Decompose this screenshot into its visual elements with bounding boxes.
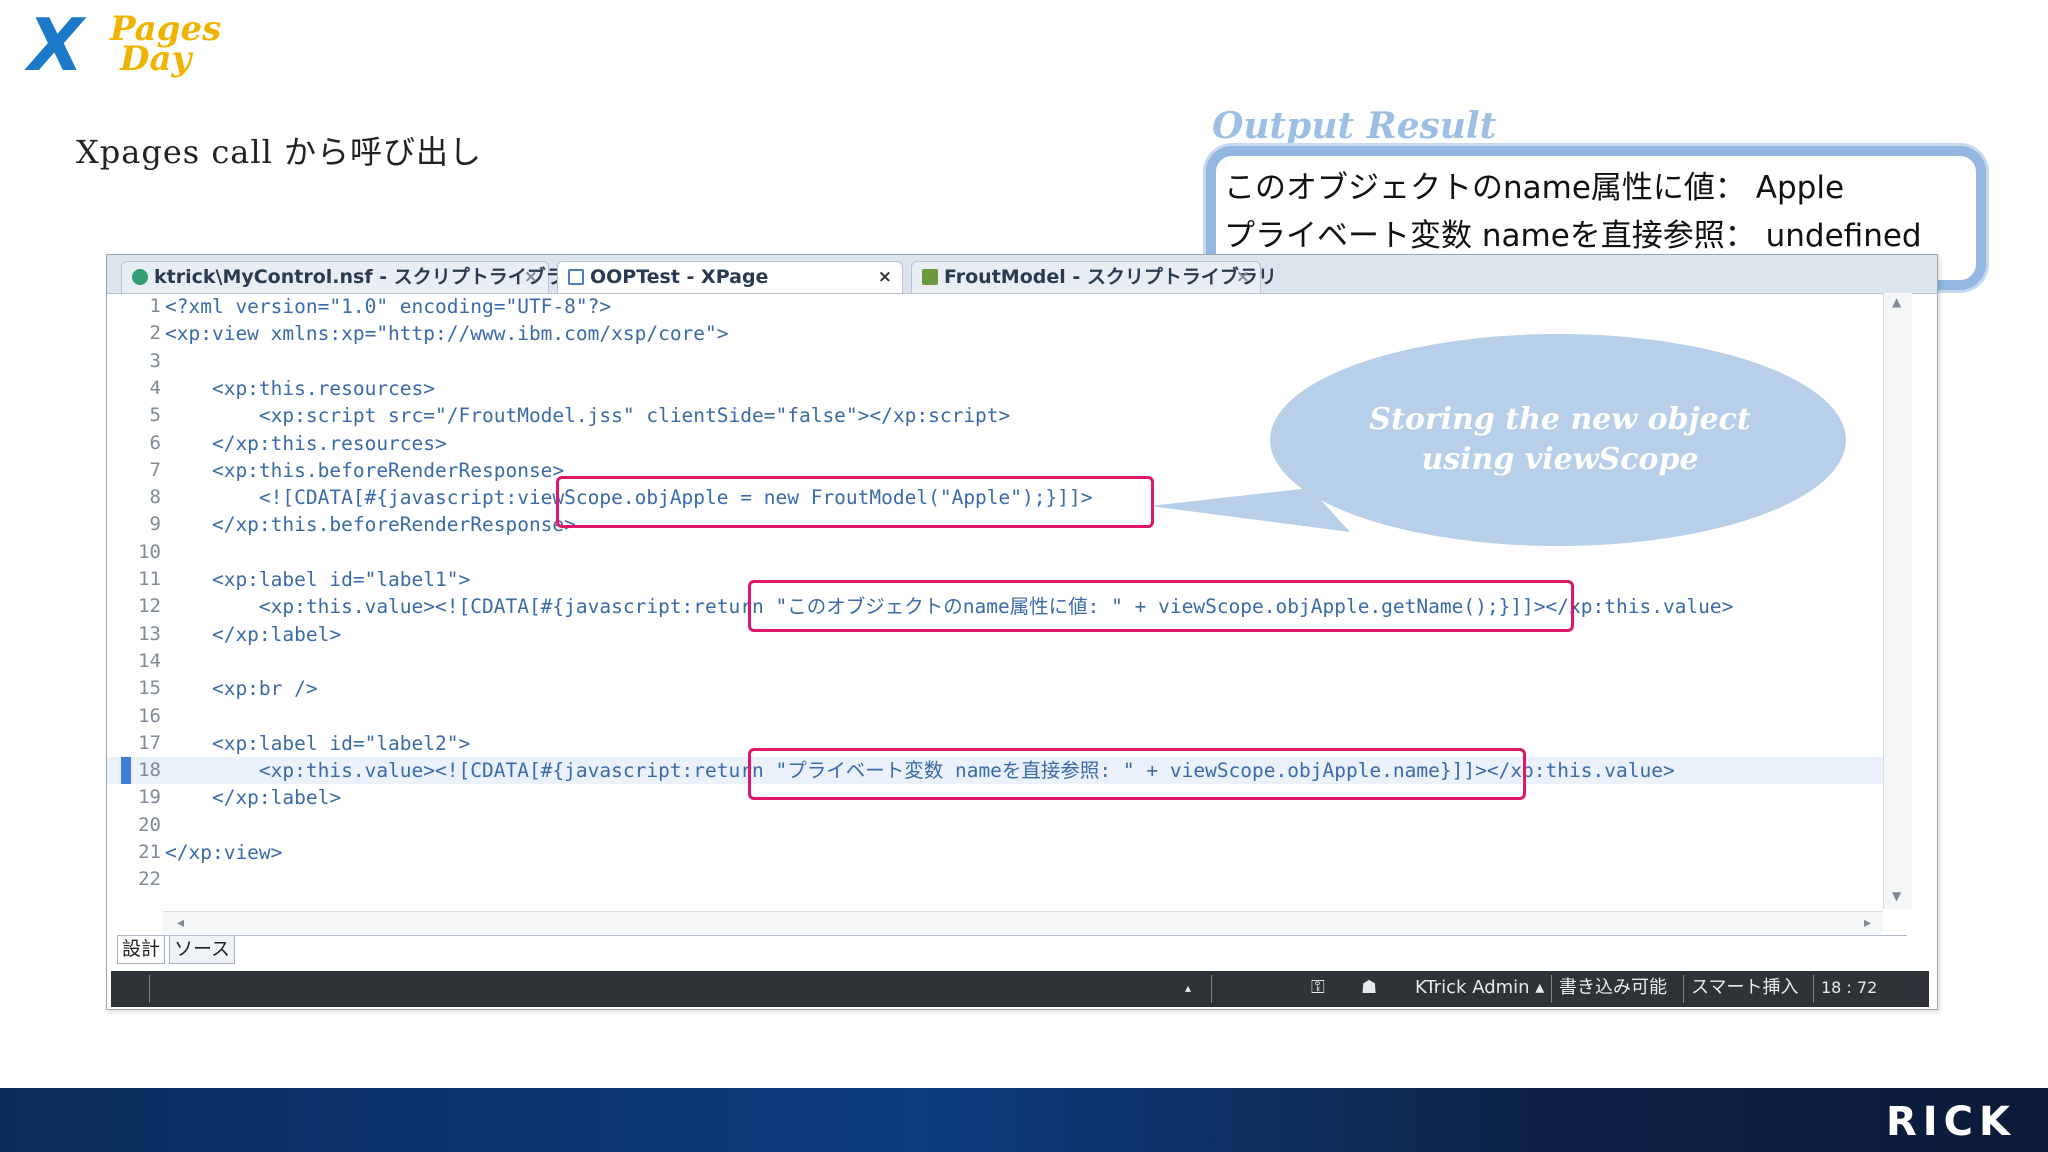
highlight-direct-name-return [748,748,1526,800]
line-number: 12 [138,595,161,618]
status-divider [1551,975,1552,1003]
code-line[interactable]: 16 [107,703,1883,730]
close-icon[interactable]: × [1236,262,1250,292]
line-number: 11 [138,568,161,590]
scroll-right-icon[interactable]: ▸ [1864,914,1871,932]
output-result-heading: Output Result [1212,105,1497,147]
code-text: </xp:this.resources> [165,431,447,455]
code-line[interactable]: 20 [107,812,1883,839]
line-number: 3 [149,349,161,372]
logo-word-day: Day [120,39,192,79]
code-line[interactable]: 22 [107,866,1883,893]
code-text: <xp:br /> [165,677,318,701]
code-text: <xp:this.resources> [165,376,436,400]
ktrick-brand-logo: RICK [1885,1099,2016,1145]
editor-view-tabs: 設計 ソース [117,935,1907,964]
tab-froutmodel-script-library[interactable]: FroutModel - スクリプトライブラリ × [911,261,1277,293]
footer-band [0,1088,2048,1152]
line-number: 15 [138,677,161,700]
xpage-icon [568,269,584,285]
line-number: 19 [138,786,161,809]
line-number: 4 [149,376,161,399]
code-text: </xp:this.beforeRenderResponse> [165,513,576,537]
code-line[interactable]: 2 <xp:view xmlns:xp="http://www.ibm.com/x… [107,320,1883,347]
key-icon: ⚿ [1311,977,1325,998]
status-insert-mode: スマート挿入 [1691,977,1799,998]
highlight-viewscope-assignment [556,476,1154,528]
status-divider [1813,975,1814,1003]
tab-ooptest-xpage[interactable]: OOPTest - XPage × [557,261,903,293]
code-line[interactable]: 21 </xp:view> [107,839,1883,866]
line-number: 6 [149,431,161,454]
script-library-icon [922,269,938,285]
code-text: <xp:label id="label1"> [165,568,471,591]
status-user[interactable]: KTrick Admin ▴ [1415,971,1544,1005]
xpages-day-logo: X Pages Day [28,3,221,87]
code-line[interactable]: 14 [107,648,1883,675]
close-icon[interactable]: × [524,262,538,292]
horizontal-scrollbar[interactable]: ◂ ▸ [163,911,1883,934]
line-number: 8 [149,486,161,509]
code-text: <xp:view xmlns:xp="http://www.ibm.com/xs… [165,322,729,346]
code-text: <?xml version="1.0" encoding="UTF-8"?> [165,295,612,318]
line-number: 17 [138,731,161,754]
line-number: 20 [138,813,161,836]
status-divider [1211,975,1212,1003]
tab-label: OOPTest - XPage [590,266,769,288]
code-line[interactable]: 3 [107,348,1883,375]
highlight-getname-return [748,580,1574,632]
line-number: 22 [138,868,161,891]
status-divider [1683,975,1684,1003]
scroll-down-icon[interactable]: ▼ [1892,889,1901,903]
tab-mycontrol-script-library[interactable]: ktrick\MyControl.nsf - スクリプトライブラリ × [121,261,584,293]
line-number: 16 [138,704,161,727]
code-line[interactable]: 15 <xp:br /> [107,675,1883,702]
user-icon: ☗ [1361,977,1378,998]
script-library-icon [132,269,148,285]
line-number: 9 [149,513,161,536]
status-write-mode: 書き込み可能 [1559,977,1667,998]
tab-design[interactable]: 設計 [117,936,166,964]
callout-text: Storing the new object using viewScope [1369,402,1751,477]
code-text: <xp:label id="label2"> [165,731,471,755]
line-number: 21 [138,841,161,863]
line-number: 7 [149,458,161,481]
status-bar: ▴ ⚿ ☗ KTrick Admin ▴ 書き込み可能 スマート挿入 18 : … [111,971,1929,1007]
code-text: </xp:label> [165,786,342,810]
line-number: 5 [149,404,161,427]
tab-source[interactable]: ソース [169,936,236,964]
code-editor-window: ktrick\MyControl.nsf - スクリプトライブラリ × OOPT… [106,254,1938,1010]
vertical-scrollbar[interactable]: ▲ ▼ [1883,293,1912,909]
tab-label: ktrick\MyControl.nsf - スクリプトライブラリ [154,266,584,288]
status-caret-icon[interactable]: ▴ [1185,971,1191,1005]
close-icon[interactable]: × [878,262,892,292]
line-number: 2 [149,322,161,345]
code-text: <xp:script src="/FroutModel.jss" clientS… [165,404,1011,428]
scroll-up-icon[interactable]: ▲ [1892,295,1901,309]
code-text: <xp:this.beforeRenderResponse> [165,458,565,482]
status-divider [149,975,150,1003]
output-line-2: プライベート変数 nameを直接参照： undefined [1224,218,1922,254]
code-text: </xp:view> [165,841,283,864]
line-number: 10 [138,540,161,563]
line-number: 14 [138,649,161,672]
output-line-1: このオブジェクトのname属性に値： Apple [1224,170,1845,206]
editor-tab-bar: ktrick\MyControl.nsf - スクリプトライブラリ × OOPT… [107,255,1937,294]
code-line[interactable]: 4 <xp:this.resources> [107,375,1883,402]
logo-x-mark: X [28,3,83,87]
status-cursor-position: 18 : 72 [1821,978,1878,997]
line-number: 1 [149,295,161,317]
line-number: 13 [138,622,161,645]
line-number: 18 [138,759,161,782]
code-line[interactable]: 1 <?xml version="1.0" encoding="UTF-8"?> [107,293,1883,320]
slide-title: Xpages call から呼び出し [76,133,483,171]
code-line[interactable]: 10 [107,539,1883,566]
tab-label: FroutModel - スクリプトライブラリ [944,266,1277,288]
scroll-left-icon[interactable]: ◂ [177,914,184,932]
code-text: </xp:label> [165,622,342,646]
